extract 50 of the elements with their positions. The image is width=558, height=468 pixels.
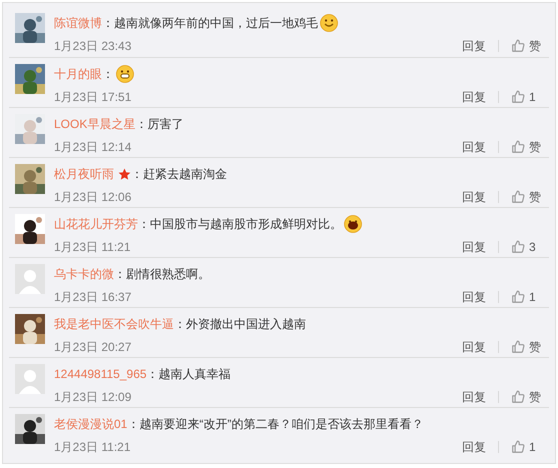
comment-text: ：越南要迎来“改开”的第二春？咱们是否该去那里看看？ — [127, 416, 424, 433]
comment-text: ：越南就像两年前的中国，过后一地鸡毛 — [102, 15, 318, 32]
default-avatar-icon — [15, 364, 45, 394]
comment-time: 1月23日 12:06 — [54, 189, 132, 206]
thumbs-up-icon[interactable] — [511, 90, 525, 104]
thumbs-up-icon[interactable] — [511, 340, 525, 354]
emoji-icon — [116, 65, 134, 83]
thumbs-up-icon[interactable] — [511, 290, 525, 304]
like-count[interactable]: 赞 — [529, 188, 541, 206]
comment-text: ：剧情很熟悉啊。 — [114, 266, 210, 283]
reply-link[interactable]: 回复 — [462, 138, 486, 156]
reply-link[interactable]: 回复 — [462, 438, 486, 456]
comment-text: ：越南人真幸福 — [146, 366, 231, 383]
like-count[interactable]: 赞 — [529, 388, 541, 406]
comment-time: 1月23日 11:21 — [54, 239, 130, 256]
comment-text: ：中国股市与越南股市形成鲜明对比。 — [138, 216, 342, 233]
thumbs-up-icon[interactable] — [511, 190, 525, 204]
reply-link[interactable]: 回复 — [462, 288, 486, 306]
comment-text: ：外资撤出中国进入越南 — [174, 316, 306, 333]
default-avatar-icon — [15, 264, 45, 294]
thumbs-up-icon[interactable] — [511, 39, 525, 53]
thumbs-up-icon[interactable] — [511, 240, 525, 254]
like-count[interactable]: 赞 — [529, 138, 541, 156]
comment-time: 1月23日 17:51 — [54, 89, 132, 106]
like-count[interactable]: 赞 — [529, 338, 541, 356]
thumbs-up-icon[interactable] — [511, 440, 525, 454]
emoji-icon — [344, 215, 362, 233]
reply-link[interactable]: 回复 — [462, 388, 486, 406]
reply-link[interactable]: 回复 — [462, 37, 486, 55]
like-count[interactable]: 赞 — [529, 37, 541, 55]
comment-time: 1月23日 11:21 — [54, 439, 130, 456]
reply-link[interactable]: 回复 — [462, 88, 486, 106]
emoji-icon — [320, 14, 338, 32]
thumbs-up-icon[interactable] — [511, 390, 525, 404]
reply-link[interactable]: 回复 — [462, 238, 486, 256]
comment-time: 1月23日 12:09 — [54, 389, 132, 406]
comment-time: 1月23日 23:43 — [54, 38, 132, 55]
comment-time: 1月23日 20:27 — [54, 339, 132, 356]
reply-link[interactable]: 回复 — [462, 338, 486, 356]
comment-text: ：赶紧去越南淘金 — [131, 166, 227, 183]
comment-time: 1月23日 16:37 — [54, 289, 132, 306]
like-count[interactable]: 3 — [529, 238, 541, 256]
like-count[interactable]: 1 — [529, 288, 541, 306]
reply-link[interactable]: 回复 — [462, 188, 486, 206]
thumbs-up-icon[interactable] — [511, 140, 525, 154]
comment-text: ： — [102, 66, 114, 83]
like-count[interactable]: 1 — [529, 88, 541, 106]
comment-text: ：厉害了 — [135, 116, 184, 133]
like-count[interactable]: 1 — [529, 438, 541, 456]
comment-time: 1月23日 12:14 — [54, 139, 132, 156]
